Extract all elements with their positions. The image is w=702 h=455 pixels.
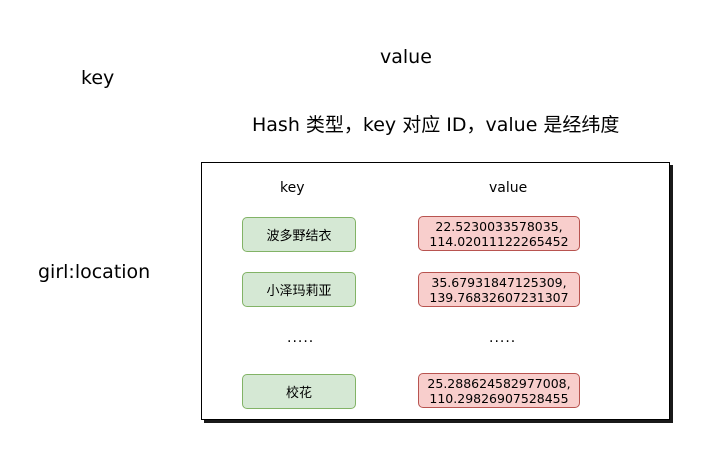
value-line: 110.29826907528455 [429,390,569,406]
key-ellipsis: ..... [287,330,315,346]
key-text: 波多野结衣 [266,229,332,244]
value-cell: 22.5230033578035, 114.02011122265452 [418,216,580,251]
value-line: 114.02011122265452 [429,233,569,249]
hash-name-label: girl:location [38,261,151,283]
value-line: 139.76832607231307 [429,289,569,305]
key-text: 校花 [285,386,312,401]
key-text: 小泽玛莉亚 [266,284,332,299]
value-line: 22.5230033578035, [435,218,563,234]
description-text: Hash 类型，key 对应 ID，value 是经纬度 [252,114,620,136]
value-column-header: value [489,180,528,196]
value-line: 25.288624582977008, [427,375,571,391]
value-line: 35.67931847125309, [431,274,567,290]
top-value-label: value [380,46,432,68]
key-cell: 波多野结衣 [242,217,356,252]
key-cell: 校花 [242,374,356,409]
value-ellipsis: ..... [489,330,517,346]
value-cell: 25.288624582977008, 110.29826907528455 [418,373,580,408]
key-cell: 小泽玛莉亚 [242,272,356,307]
top-key-label: key [81,67,115,89]
key-column-header: key [280,180,305,196]
value-cell: 35.67931847125309, 139.76832607231307 [418,272,580,307]
